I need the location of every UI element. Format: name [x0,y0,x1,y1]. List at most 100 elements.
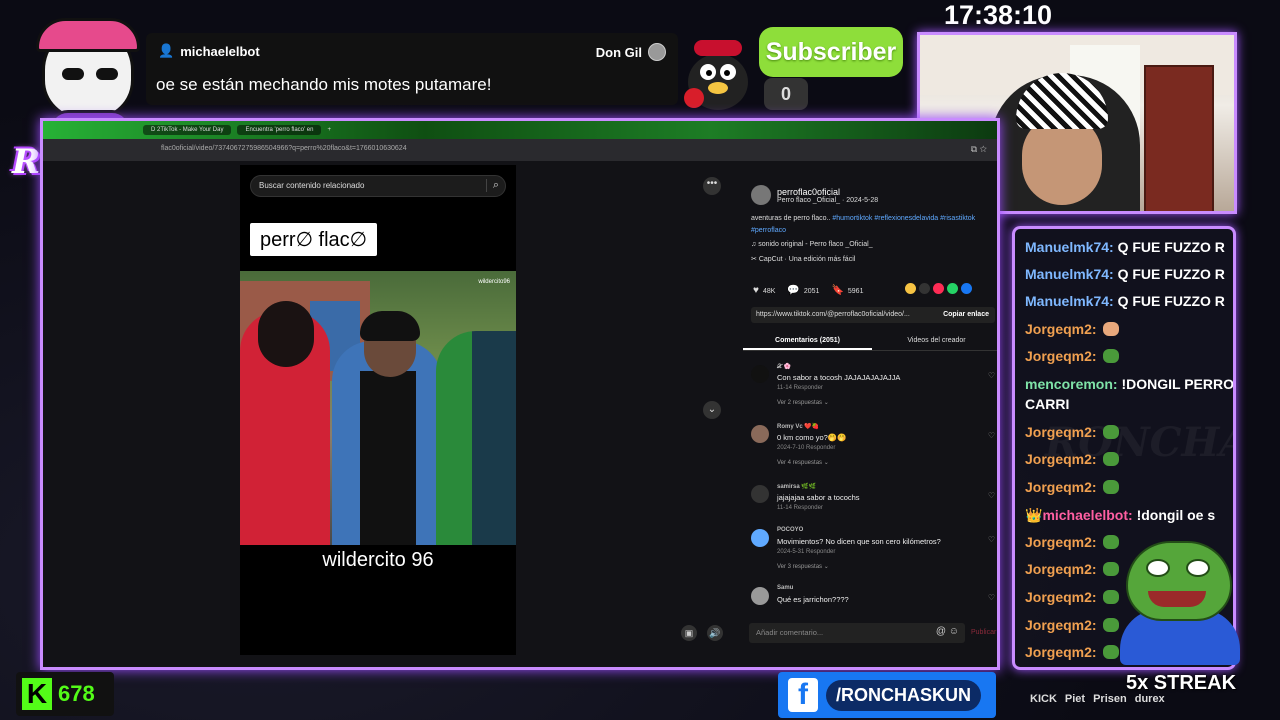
video-title-overlay: perr∅ flac∅ [250,223,378,256]
chat-message: 👑michaelelbot: !dongil oe s [1025,505,1233,525]
copy-link-button[interactable]: Copiar enlace [943,311,989,318]
comment-meta[interactable]: 11-14 Responder [777,385,823,391]
sponsor-prisen: Prisen [1093,693,1127,705]
comment-user[interactable]: Romy Vc ❤️🍓 [777,423,819,430]
browser-action-icons[interactable]: ⧉ ☆ [971,144,987,155]
view-replies[interactable]: Ver 3 respuestas ⌄ [777,563,829,570]
browser-url-bar[interactable]: flac0oficial/video/7374067275986504966?q… [43,139,997,161]
chat-username[interactable]: Jorgeqm2: [1025,644,1097,660]
facebook-icon[interactable] [961,283,972,294]
comment-user[interactable]: 𝒳 🌸 [777,363,791,371]
comment-text: 0 km como yo?🤭🤭 [777,433,847,442]
new-tab-button[interactable]: + [327,127,331,133]
video-player[interactable]: wildercito96 [240,271,516,545]
chat-username[interactable]: michaelelbot: [1042,507,1132,523]
post-comment-button[interactable]: Publicar [971,629,996,636]
sponsor-piet: Piet [1064,693,1086,705]
share-url-field[interactable]: https://www.tiktok.com/@perroflac0oficia… [751,307,995,323]
browser-tab[interactable]: D 2TikTok - Make Your Day [143,125,232,135]
chat-message: Manuelmk74: Q FUE FUZZO R [1025,237,1233,257]
url-text: flac0oficial/video/7374067275986504966?q… [161,145,407,152]
sound-link[interactable]: ♫ sonido original - Perro flaco _Oficial… [751,241,873,248]
volume-icon[interactable]: 🔊 [707,625,723,641]
chat-emote-icon [1102,452,1119,466]
add-comment-placeholder: Añadir comentario... [756,628,824,637]
heart-icon[interactable]: ♡ [988,431,995,440]
chat-username[interactable]: Jorgeqm2: [1025,589,1097,605]
video-controls: ▣ 🔊 [681,625,723,641]
like-button[interactable]: ♥ 48K [753,285,775,296]
hashtag[interactable]: #reflexionesdelavida [874,215,938,222]
capcut-link[interactable]: ✂ CapCut · Una edición más fácil [751,255,855,263]
hashtag[interactable]: #perroflaco [751,227,786,234]
video-description: aventuras de perro flaco.. #humortiktok … [751,213,997,237]
chat-username[interactable]: Jorgeqm2: [1025,451,1097,467]
chat-username[interactable]: Jorgeqm2: [1025,561,1097,577]
share-icon[interactable] [905,283,916,294]
embed-icon[interactable] [919,283,930,294]
hashtag[interactable]: #risastiktok [940,215,975,222]
comment-text: Con sabor a tocosh JAJAJAJAJAJJA [777,373,901,382]
chat-text: Q FUE FUZZO R [1113,239,1225,255]
comment-button[interactable]: 💬 2051 [787,285,819,296]
chat-username[interactable]: mencoremon: [1025,376,1118,392]
video-person-shirt [360,371,416,545]
avatar [751,185,771,205]
emoji-icon[interactable]: @ ☺ [936,626,959,637]
comment-user[interactable]: POCOYO [777,527,803,533]
whatsapp-icon[interactable] [947,283,958,294]
tab-creator-videos[interactable]: Videos del creador [872,333,997,350]
heart-icon[interactable]: ♡ [988,491,995,500]
chat-username[interactable]: Jorgeqm2: [1025,424,1097,440]
chat-username[interactable]: Jorgeqm2: [1025,321,1097,337]
screen-capture-frame: D 2TikTok - Make Your Day Encuentra 'per… [40,118,1000,670]
hashtag[interactable]: #humortiktok [832,215,872,222]
comment-user[interactable]: Samu [777,585,793,591]
kick-follower-widget: K 678 [16,672,114,716]
chat-username[interactable]: Manuelmk74: [1025,266,1114,282]
video-author[interactable]: perroflac0oficial Perro flaco _Oficial_ … [751,185,878,205]
kick-logo-icon: K [22,678,52,710]
chat-username[interactable]: Jorgeqm2: [1025,479,1097,495]
chat-username[interactable]: Manuelmk74: [1025,293,1114,309]
browser-tab[interactable]: Encuentra 'perro flaco' en [237,125,322,135]
search-icon[interactable]: ⌕ [485,179,499,192]
description-text: aventuras de perro flaco.. [751,215,831,222]
send-icon[interactable] [933,283,944,294]
comment-text: Qué es jarrichon???? [777,595,849,604]
search-placeholder: Buscar contenido relacionado [259,181,365,190]
comment-user[interactable]: samirsa 🌿🌿 [777,483,816,490]
pip-icon[interactable]: ▣ [681,625,697,641]
chevron-down-icon[interactable]: ⌄ [703,401,721,419]
chat-emote-icon [1102,349,1119,363]
crown-badge-icon: 👑 [1025,507,1043,523]
chat-username[interactable]: Jorgeqm2: [1025,534,1097,550]
tab-comments[interactable]: Comentarios (2051) [743,333,872,350]
more-options-icon[interactable]: ••• [703,177,721,195]
view-replies[interactable]: Ver 4 respuestas ⌄ [777,459,829,466]
stream-clock: 17:38:10 [943,0,1053,30]
chat-username[interactable]: Jorgeqm2: [1025,617,1097,633]
comment-text: jajajajaa sabor a tocochs [777,493,860,502]
view-replies[interactable]: Ver 2 respuestas ⌄ [777,399,829,406]
avatar [751,485,769,503]
comment-meta[interactable]: 2024-5-31 Responder [777,549,835,555]
add-comment-input[interactable]: Añadir comentario... @ ☺ [749,623,965,643]
chat-username[interactable]: Manuelmk74: [1025,239,1114,255]
comment-meta[interactable]: 11-14 Responder [777,505,823,511]
pepe-head [1126,541,1232,621]
video-person-hair [360,311,420,341]
video-info-panel: perroflac0oficial Perro flaco _Oficial_ … [743,171,997,667]
save-button[interactable]: 🔖 5961 [831,285,863,296]
message-text: oe se están mechando mis motes putamare! [156,75,492,94]
save-count: 5961 [847,288,864,295]
search-input[interactable]: Buscar contenido relacionado ⌕ [250,175,506,197]
subscriber-count: 0 [764,78,808,110]
chat-username[interactable]: Jorgeqm2: [1025,348,1097,364]
author-sub: Perro flaco _Oficial_ · 2024-5-28 [777,196,879,204]
comment-meta[interactable]: 2024-7-10 Responder [777,445,835,451]
heart-icon[interactable]: ♡ [988,535,995,544]
heart-icon[interactable]: ♡ [988,593,995,602]
highlighted-chat-message: 👤 michaelelbot Don Gil oe se están mecha… [146,33,678,105]
heart-icon[interactable]: ♡ [988,371,995,380]
